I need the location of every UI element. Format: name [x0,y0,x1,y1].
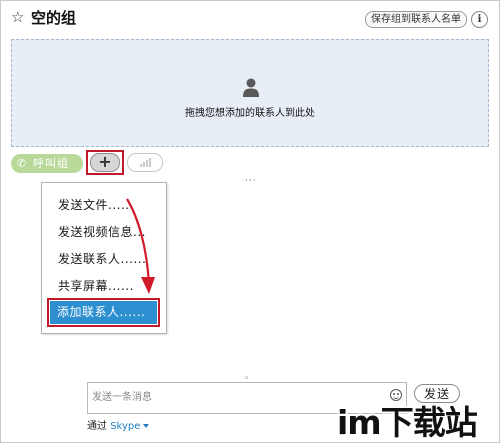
drop-zone-text: 拖拽您想添加的联系人到此处 [185,108,315,119]
call-group-button[interactable]: ✆ 呼叫组 [11,154,83,173]
via-service: 通过 Skype [87,421,150,433]
arrow-annotation [126,198,155,294]
send-button[interactable]: 发送 [414,384,460,403]
chat-window: ☆ 空的组 保存组到联系人名单 i 拖拽您想添加的联系人到此处 ✆ 呼叫组 + … [0,0,500,443]
phone-icon: ✆ [17,157,27,170]
menu-item-send-file[interactable]: 发送文件...... [58,196,134,213]
skype-service-link[interactable]: Skype [110,421,140,432]
resize-handle[interactable]: ··· [245,177,257,186]
star-icon[interactable]: ☆ [11,8,24,26]
group-title: 空的组 [31,9,77,27]
info-icon[interactable]: i [471,11,488,28]
person-icon [243,78,259,97]
signal-icon[interactable] [127,153,163,172]
contact-drop-zone[interactable]: 拖拽您想添加的联系人到此处 [11,39,489,147]
menu-item-share-screen[interactable]: 共享屏幕...... [58,277,134,294]
watermark: im下载站 [337,402,500,444]
emoji-icon[interactable] [390,389,402,401]
menu-item-add-contact[interactable]: 添加联系人...... [50,301,157,324]
via-prefix: 通过 [87,421,107,432]
caret-down-icon[interactable] [143,424,150,428]
plus-icon[interactable]: + [90,153,120,172]
watermark-text: im下载站 [337,403,478,442]
save-group-button[interactable]: 保存组到联系人名单 [365,11,467,28]
call-group-label: 呼叫组 [33,157,69,170]
group-header: ☆ 空的组 保存组到联系人名单 i [1,1,499,35]
